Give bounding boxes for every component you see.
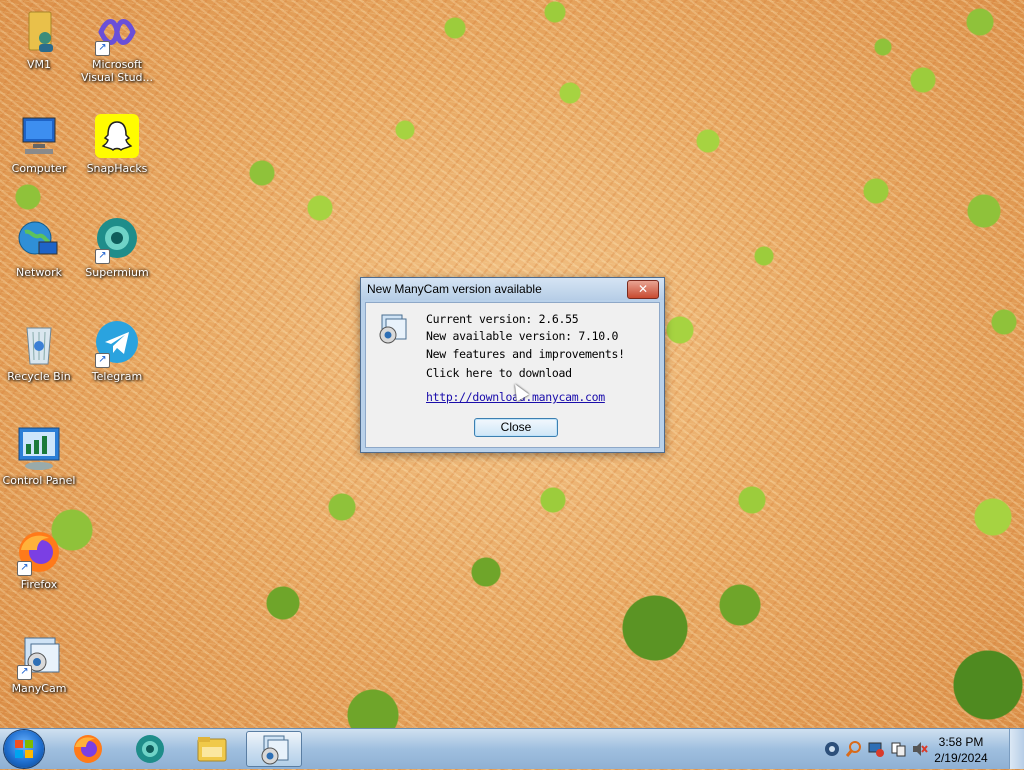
desktop-icon-manycam[interactable]: ↗ ManyCam: [0, 632, 78, 695]
taskbar-supermium[interactable]: [122, 731, 178, 767]
firefox-icon: [72, 733, 104, 765]
taskbar: 3:58 PM 2/19/2024: [0, 728, 1024, 769]
visual-studio-icon: ↗: [93, 8, 141, 56]
desktop-icon-label: Microsoft Visual Stud...: [80, 58, 154, 84]
shortcut-arrow-icon: ↗: [95, 249, 110, 264]
network-globe-icon: [15, 216, 63, 264]
clock-date: 2/19/2024: [934, 751, 988, 765]
desktop-icon-label: Control Panel: [2, 474, 76, 487]
desktop-icon-supermium[interactable]: ↗ Supermium: [78, 216, 156, 279]
desktop-icon-label: Recycle Bin: [7, 370, 71, 383]
start-button[interactable]: [4, 730, 44, 768]
desktop-icon-label: Firefox: [20, 578, 58, 591]
dialog-close-x-button[interactable]: ✕: [627, 280, 659, 299]
manycam-icon: [376, 313, 408, 345]
search-tray-icon[interactable]: [824, 741, 840, 757]
snapchat-ghost-icon: [93, 112, 141, 160]
desktop-icon-label: Computer: [11, 162, 67, 175]
close-icon: ✕: [637, 282, 649, 296]
close-button[interactable]: Close: [474, 418, 558, 437]
desktop-icon-label: ManyCam: [11, 682, 67, 695]
desktop-icon-vm1[interactable]: VM1: [0, 8, 78, 71]
desktop-icon-computer[interactable]: Computer: [0, 112, 78, 175]
control-panel-icon: [15, 424, 63, 472]
manycam-icon: ↗: [15, 632, 63, 680]
network-tray-icon[interactable]: [868, 741, 884, 757]
shortcut-arrow-icon: ↗: [17, 665, 32, 680]
taskbar-clock[interactable]: 3:58 PM 2/19/2024: [926, 734, 996, 766]
desktop-icon-label: VM1: [26, 58, 51, 71]
taskbar-firefox[interactable]: [60, 731, 116, 767]
supermium-icon: [134, 733, 166, 765]
desktop-icon-recycle-bin[interactable]: Recycle Bin: [0, 320, 78, 383]
dialog-body: Current version: 2.6.55 New available ve…: [365, 302, 660, 448]
shortcut-arrow-icon: ↗: [95, 353, 110, 368]
available-version-text: New available version: 7.10.0: [426, 329, 619, 343]
supermium-icon: ↗: [93, 216, 141, 264]
file-explorer-icon: [196, 733, 228, 765]
shortcut-arrow-icon: ↗: [95, 41, 110, 56]
taskbar-file-explorer[interactable]: [184, 731, 240, 767]
firefox-icon: ↗: [15, 528, 63, 576]
download-prompt-text: Click here to download: [426, 366, 572, 380]
telegram-icon: ↗: [93, 320, 141, 368]
desktop-icon-firefox[interactable]: ↗ Firefox: [0, 528, 78, 591]
clock-time: 3:58 PM: [938, 735, 984, 749]
features-text: New features and improvements!: [426, 347, 625, 361]
desktop-icon-label: SnapHacks: [86, 162, 148, 175]
show-desktop-button[interactable]: [1009, 729, 1024, 769]
computer-icon: [15, 112, 63, 160]
dialog-titlebar[interactable]: New ManyCam version available ✕: [361, 278, 664, 300]
desktop-icon-network[interactable]: Network: [0, 216, 78, 279]
recycle-bin-icon: [15, 320, 63, 368]
desktop-icon-visual-studio[interactable]: ↗ Microsoft Visual Stud...: [78, 8, 156, 84]
manycam-icon: [258, 734, 290, 766]
shortcut-arrow-icon: ↗: [17, 561, 32, 576]
taskbar-manycam[interactable]: [246, 731, 302, 767]
desktop-icon-telegram[interactable]: ↗ Telegram: [78, 320, 156, 383]
desktop-icon-control-panel[interactable]: Control Panel: [0, 424, 78, 487]
desktop-icon-label: Network: [16, 266, 62, 279]
magnifier-icon[interactable]: [845, 741, 862, 757]
update-dialog: New ManyCam version available ✕ Current …: [360, 277, 665, 453]
folder-user-icon: [15, 8, 63, 56]
current-version-text: Current version: 2.6.55: [426, 312, 579, 326]
desktop-icon-label: Telegram: [91, 370, 143, 383]
windows-logo-icon: [15, 740, 33, 758]
dialog-title: New ManyCam version available: [367, 282, 542, 296]
desktop-icon-label: Supermium: [85, 266, 149, 279]
desktop-icon-snaphacks[interactable]: SnapHacks: [78, 112, 156, 175]
action-center-icon[interactable]: [890, 741, 906, 757]
